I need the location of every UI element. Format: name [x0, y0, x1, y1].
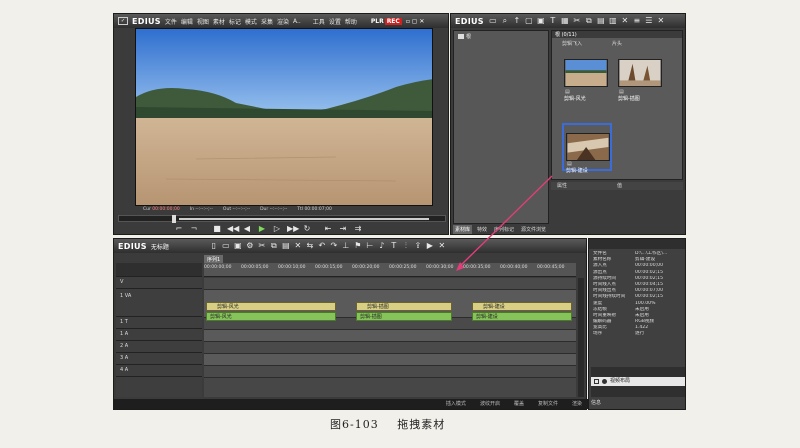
- drag-arrow: [456, 175, 553, 271]
- figure-caption: 图6-103 拖拽素材: [330, 418, 446, 431]
- drag-arrow-line: [457, 175, 553, 269]
